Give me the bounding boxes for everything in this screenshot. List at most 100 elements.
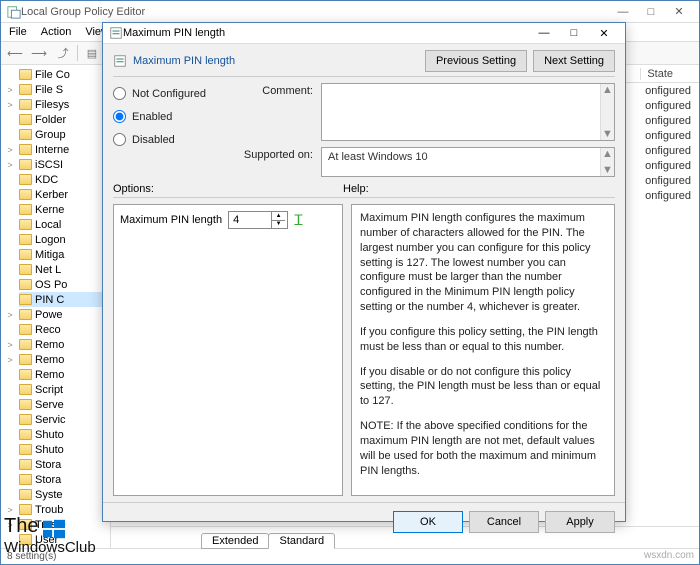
tree-item[interactable]: Stora xyxy=(19,472,110,487)
tree-item[interactable]: File Co xyxy=(19,67,110,82)
apply-button[interactable]: Apply xyxy=(545,511,615,533)
tree-item[interactable]: PIN C xyxy=(19,292,110,307)
radio-not-configured[interactable]: Not Configured xyxy=(113,87,233,100)
folder-icon xyxy=(19,144,32,155)
menu-file[interactable]: File xyxy=(9,26,27,38)
tree-item[interactable]: Servic xyxy=(19,412,110,427)
forward-button[interactable]: ⟶ xyxy=(29,44,49,62)
dialog-close-button[interactable]: ✕ xyxy=(589,23,619,43)
supported-label: Supported on: xyxy=(241,147,313,177)
watermark-brand: The WindowsClub xyxy=(4,516,96,555)
gpedit-icon xyxy=(7,5,21,19)
policy-icon xyxy=(109,26,123,40)
folder-icon xyxy=(19,99,32,110)
folder-icon xyxy=(19,204,32,215)
attribution: wsxdn.com xyxy=(644,550,694,561)
tree-item[interactable]: >Powe xyxy=(19,307,110,322)
tree-item[interactable]: Shuto xyxy=(19,442,110,457)
main-titlebar[interactable]: Local Group Policy Editor — □ ✕ xyxy=(1,1,699,23)
tree-item[interactable]: Net L xyxy=(19,262,110,277)
folder-icon xyxy=(19,324,32,335)
tree-item[interactable]: >File S xyxy=(19,82,110,97)
tree-item[interactable]: Serve xyxy=(19,397,110,412)
tree-item[interactable]: OS Po xyxy=(19,277,110,292)
cancel-button[interactable]: Cancel xyxy=(469,511,539,533)
tree-item[interactable]: Kerne xyxy=(19,202,110,217)
folder-icon xyxy=(19,429,32,440)
minimize-button[interactable]: — xyxy=(609,3,637,21)
scrollbar-icon[interactable]: ▲▼ xyxy=(600,84,614,140)
tree-item[interactable]: >Remo xyxy=(19,337,110,352)
tree-item[interactable]: >Remo xyxy=(19,352,110,367)
tree-item[interactable]: Stora xyxy=(19,457,110,472)
tree-item[interactable]: Syste xyxy=(19,487,110,502)
previous-setting-button[interactable]: Previous Setting xyxy=(425,50,527,72)
spin-down-icon[interactable]: ▼ xyxy=(272,221,285,229)
show-hide-tree-button[interactable]: ▤ xyxy=(82,44,102,62)
folder-icon xyxy=(19,369,32,380)
ok-button[interactable]: OK xyxy=(393,511,463,533)
folder-icon xyxy=(19,354,32,365)
folder-icon xyxy=(19,474,32,485)
policy-caption-icon xyxy=(113,54,127,68)
close-button[interactable]: ✕ xyxy=(665,3,693,21)
tree-item[interactable]: Local xyxy=(19,217,110,232)
folder-icon xyxy=(19,414,32,425)
folder-icon xyxy=(19,129,32,140)
tree-item[interactable]: >Filesys xyxy=(19,97,110,112)
tree-item[interactable]: Logon xyxy=(19,232,110,247)
tree-item[interactable]: Reco xyxy=(19,322,110,337)
options-label: Options: xyxy=(113,183,343,195)
folder-icon xyxy=(19,174,32,185)
menu-action[interactable]: Action xyxy=(41,26,72,38)
tree-item[interactable]: KDC xyxy=(19,172,110,187)
folder-icon xyxy=(19,249,32,260)
maximize-button[interactable]: □ xyxy=(637,3,665,21)
pin-length-input[interactable] xyxy=(229,212,271,228)
help-pane: Maximum PIN length configures the maximu… xyxy=(351,204,615,496)
folder-icon xyxy=(19,189,32,200)
tree-item[interactable]: Kerber xyxy=(19,187,110,202)
comment-label: Comment: xyxy=(241,83,313,141)
dialog-minimize-button[interactable]: — xyxy=(529,23,559,43)
state-column[interactable]: State xyxy=(640,68,693,80)
folder-icon xyxy=(19,264,32,275)
folder-icon xyxy=(19,279,32,290)
tree-item[interactable]: Mitiga xyxy=(19,247,110,262)
option-field-label: Maximum PIN length xyxy=(120,214,222,226)
tree-item[interactable]: >Interne xyxy=(19,142,110,157)
tree-item[interactable]: Group xyxy=(19,127,110,142)
spin-up-icon[interactable]: ▲ xyxy=(272,212,285,221)
tree-item[interactable]: Folder xyxy=(19,112,110,127)
tree-item[interactable]: >iSCSI xyxy=(19,157,110,172)
comment-textarea[interactable]: ▲▼ xyxy=(321,83,615,141)
tree-item[interactable]: Remo xyxy=(19,367,110,382)
dialog-maximize-button[interactable]: □ xyxy=(559,23,589,43)
folder-icon xyxy=(19,309,32,320)
up-button[interactable]: ⤴ xyxy=(53,44,73,62)
options-pane: Maximum PIN length ▲ ▼ Ꮖ xyxy=(113,204,343,496)
folder-icon xyxy=(19,294,32,305)
radio-enabled[interactable]: Enabled xyxy=(113,110,233,123)
next-setting-button[interactable]: Next Setting xyxy=(533,50,615,72)
main-title: Local Group Policy Editor xyxy=(21,6,609,18)
folder-icon xyxy=(19,234,32,245)
text-cursor-icon: Ꮖ xyxy=(294,212,303,229)
folder-icon xyxy=(19,444,32,455)
windows-flag-icon xyxy=(43,518,65,540)
dialog-title: Maximum PIN length xyxy=(123,27,529,39)
folder-icon xyxy=(19,504,32,515)
back-button[interactable]: ⟵ xyxy=(5,44,25,62)
radio-disabled[interactable]: Disabled xyxy=(113,133,233,146)
dialog-titlebar[interactable]: Maximum PIN length — □ ✕ xyxy=(103,23,625,44)
folder-icon xyxy=(19,159,32,170)
pin-length-spinner[interactable]: ▲ ▼ xyxy=(228,211,288,229)
tree-item[interactable]: Shuto xyxy=(19,427,110,442)
tree-pane[interactable]: File Co>File S>FilesysFolderGroup>Intern… xyxy=(1,65,111,548)
scrollbar-icon[interactable]: ▲▼ xyxy=(600,148,614,176)
folder-icon xyxy=(19,114,32,125)
tree-item[interactable]: Script xyxy=(19,382,110,397)
policy-dialog: Maximum PIN length — □ ✕ Maximum PIN len… xyxy=(102,22,626,522)
folder-icon xyxy=(19,339,32,350)
state-radios: Not Configured Enabled Disabled xyxy=(113,83,233,177)
